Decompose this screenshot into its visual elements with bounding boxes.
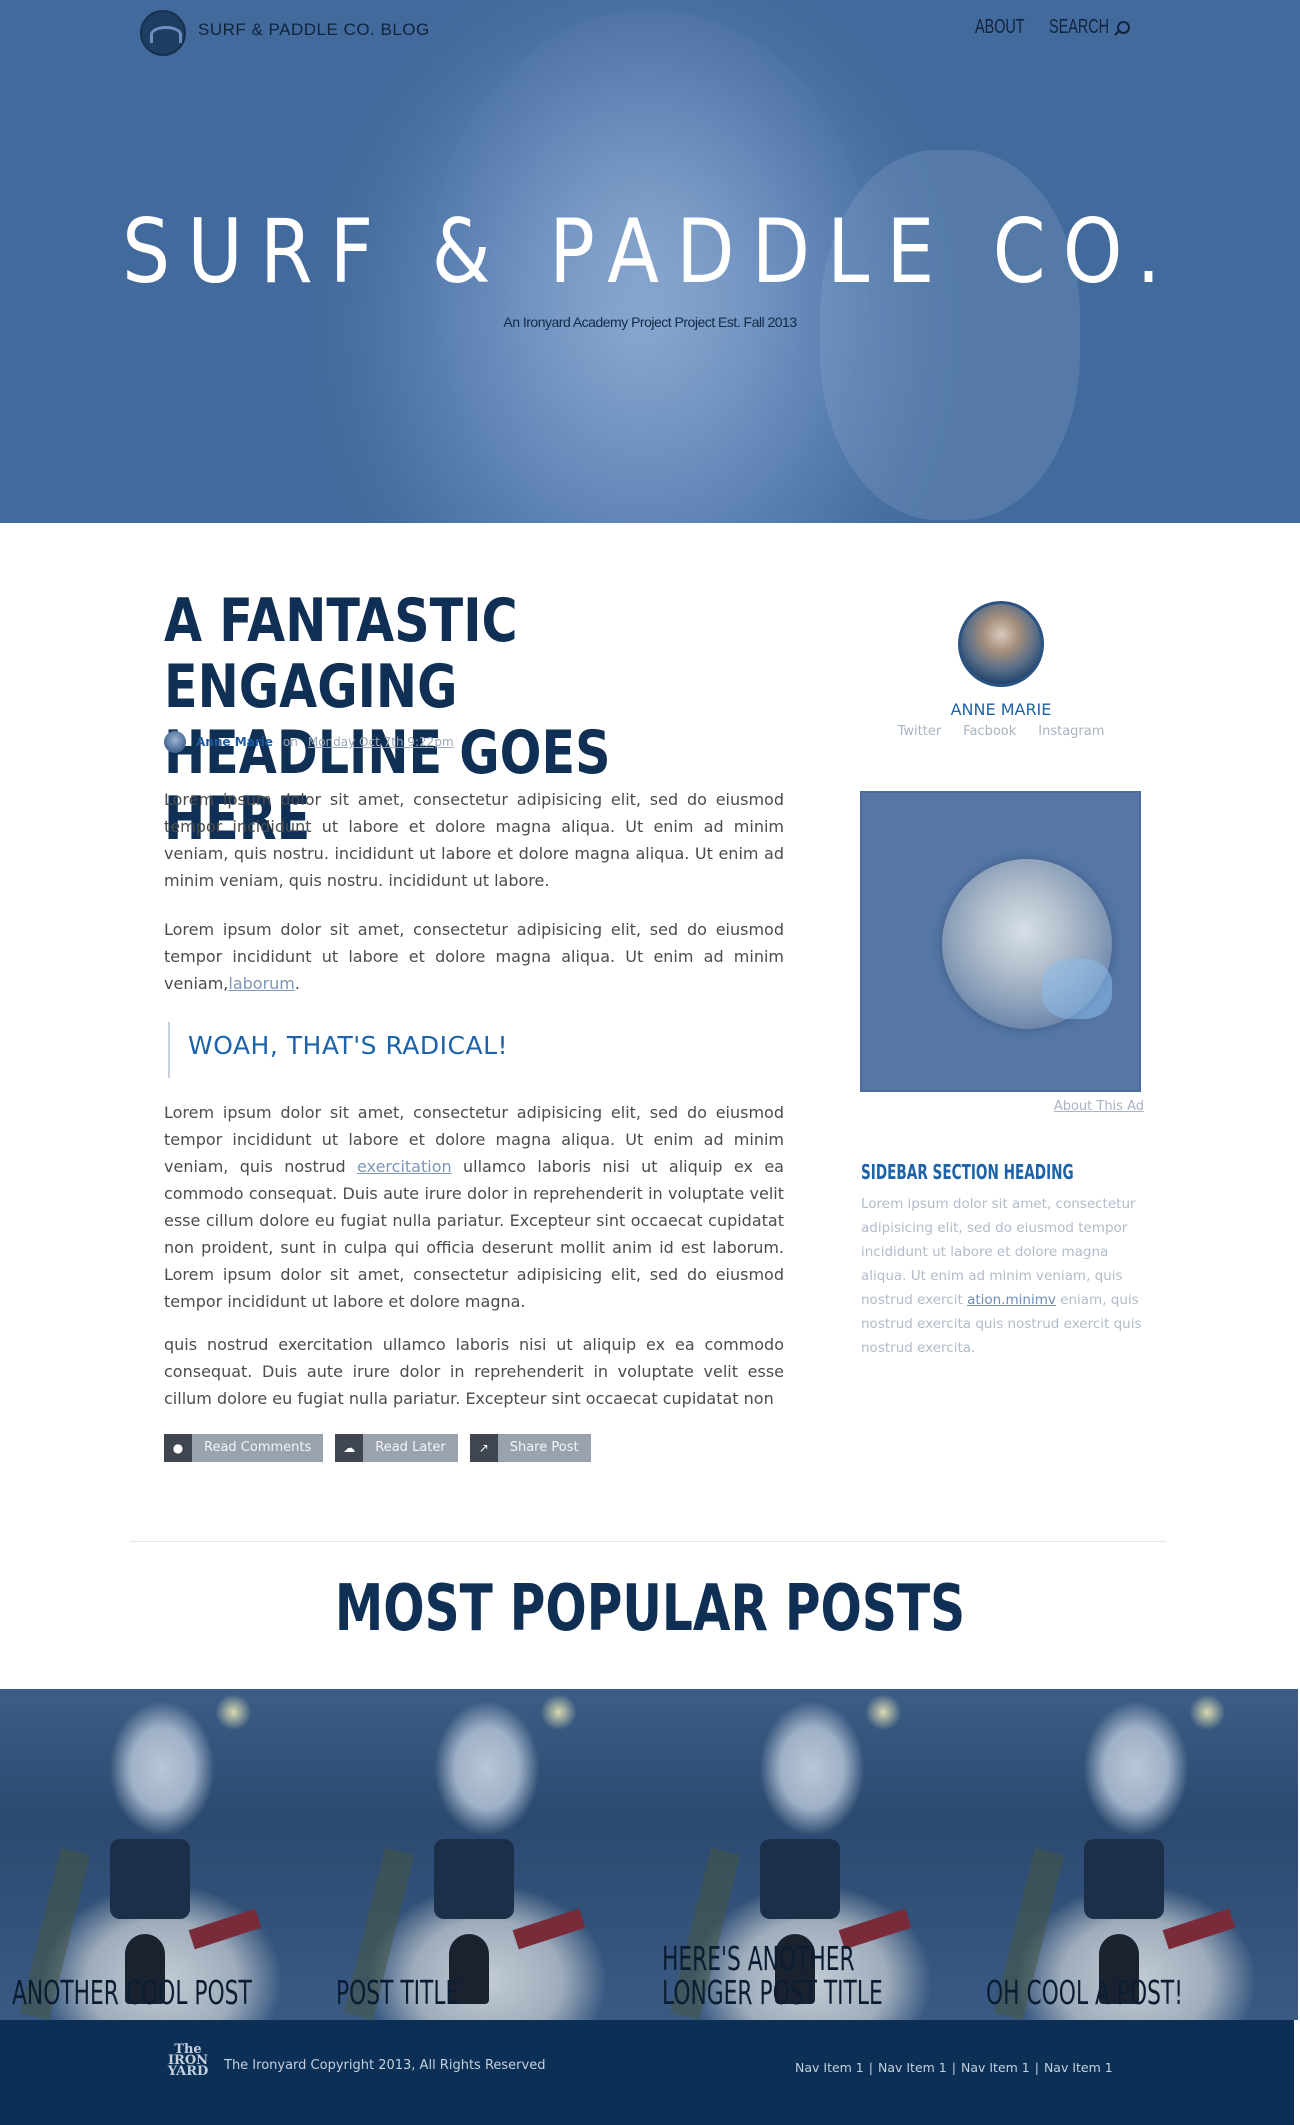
nav-separator: | [1034, 2060, 1039, 2075]
hero-banner: SURF & PADDLE CO. BLOG ABOUT SEARCH SURF… [0, 0, 1300, 523]
exercitation-link[interactable]: exercitation [357, 1157, 452, 1176]
brand-name[interactable]: SURF & PADDLE CO. BLOG [198, 20, 430, 40]
sidebar-section-heading: SIDEBAR SECTION HEADING [861, 1160, 1074, 1184]
card-photo-detail [434, 1839, 515, 1919]
nav-search[interactable]: SEARCH [1049, 16, 1109, 39]
about-this-ad-link[interactable]: About This Ad [1002, 1099, 1144, 1114]
card-photo-detail [1162, 1908, 1236, 1950]
paragraph-3-end: ullamco laboris nisi ut aliquip ex ea co… [164, 1157, 784, 1311]
hero-subtitle: An Ironyard Academy Project Project Est.… [503, 314, 797, 330]
sidebar-text-link[interactable]: ation.minimv [967, 1292, 1056, 1308]
paragraph-4: quis nostrud exercitation ullamco labori… [164, 1335, 784, 1408]
footer-nav-item[interactable]: Nav Item 1 [961, 2060, 1030, 2075]
laborum-link[interactable]: laborum [228, 974, 295, 993]
byline-on: on [282, 735, 298, 749]
popular-post-title[interactable]: ANOTHER COOL POST [12, 1976, 302, 2010]
comment-icon: ● [164, 1434, 192, 1462]
popular-posts-heading: MOST POPULAR POSTS [334, 1572, 966, 1646]
sidebar-section-text: Lorem ipsum dolor sit amet, consectetur … [861, 1192, 1151, 1360]
paragraph-3: Lorem ipsum dolor sit amet, consectetur … [164, 1099, 784, 1315]
ad-image [942, 859, 1112, 1029]
headline-line-1: A FANTASTIC ENGAGING [164, 586, 518, 722]
popular-post-title[interactable]: HERE'S ANOTHER LONGER POST TITLE [662, 1942, 952, 2010]
search-icon[interactable] [1117, 21, 1130, 34]
social-link-twitter[interactable]: Twitter [898, 724, 942, 739]
iron-yard-logo[interactable]: The IRON YARD [164, 2043, 212, 2079]
byline: Anne Marie on Monday Oct 7th 9:22pm [164, 731, 454, 753]
footer-nav-item[interactable]: Nav Item 1 [795, 2060, 864, 2075]
social-link-facebook[interactable]: Facbook [963, 724, 1016, 739]
profile-avatar[interactable] [958, 601, 1044, 687]
paragraph-2-end: . [294, 974, 300, 993]
footer-nav: Nav Item 1 | Nav Item 1 | Nav Item 1 | N… [795, 2060, 1113, 2075]
read-comments-label: Read Comments [204, 1440, 312, 1455]
popular-posts-grid: ANOTHER COOL POST POST TITLE HERE'S ANOT… [0, 1689, 1298, 2020]
paragraph-1: Lorem ipsum dolor sit amet, consectetur … [164, 790, 784, 890]
nav-separator: | [868, 2060, 873, 2075]
footer: The IRON YARD The Ironyard Copyright 201… [0, 2020, 1294, 2125]
nav-about[interactable]: ABOUT [975, 16, 1025, 39]
popular-post-card[interactable]: HERE'S ANOTHER LONGER POST TITLE [649, 1689, 974, 2020]
card-photo-detail [512, 1908, 586, 1950]
share-post-button[interactable]: ↗ Share Post [469, 1434, 591, 1462]
post-date[interactable]: Monday Oct 7th 9:22pm [308, 735, 454, 749]
read-comments-button[interactable]: ● Read Comments [164, 1434, 324, 1462]
read-later-label: Read Later [375, 1440, 446, 1455]
popular-post-title[interactable]: POST TITLE [336, 1976, 626, 2010]
popular-post-card[interactable]: POST TITLE [324, 1689, 650, 2020]
card-photo-detail [759, 1839, 840, 1919]
wave-logo-icon[interactable] [140, 10, 186, 56]
profile-name[interactable]: ANNE MARIE [900, 700, 1102, 719]
author-avatar[interactable] [164, 731, 186, 753]
logo-line: YARD [167, 2064, 209, 2079]
footer-nav-item[interactable]: Nav Item 1 [1044, 2060, 1113, 2075]
social-link-instagram[interactable]: Instagram [1038, 724, 1104, 739]
paragraph-2: Lorem ipsum dolor sit amet, consectetur … [164, 916, 784, 997]
popular-post-card[interactable]: ANOTHER COOL POST [0, 1689, 325, 2020]
hero-title: SURF & PADDLE CO. [122, 200, 1178, 303]
nav-separator: | [951, 2060, 956, 2075]
copyright-text: The Ironyard Copyright 2013, All Rights … [224, 2058, 546, 2073]
popular-post-title[interactable]: OH COOL A POST! [986, 1976, 1276, 2010]
cloud-download-icon: ☁ [335, 1434, 364, 1462]
share-post-label: Share Post [509, 1440, 579, 1455]
sidebar-ad[interactable] [860, 791, 1141, 1092]
popular-post-card[interactable]: OH COOL A POST! [973, 1689, 1298, 2020]
read-later-button[interactable]: ☁ Read Later [335, 1434, 458, 1462]
pullquote-text: WOAH, THAT'S RADICAL! [188, 1031, 509, 1060]
top-nav: ABOUT SEARCH [975, 16, 1130, 39]
footer-nav-item[interactable]: Nav Item 1 [878, 2060, 947, 2075]
post-actions: ● Read Comments ☁ Read Later ↗ Share Pos… [164, 1434, 591, 1462]
ad-image-detail [1042, 959, 1112, 1019]
share-icon: ↗ [469, 1434, 498, 1462]
section-divider [130, 1541, 1166, 1542]
card-photo-detail [1083, 1839, 1164, 1919]
card-photo-detail [188, 1908, 262, 1950]
pullquote: WOAH, THAT'S RADICAL! [168, 1022, 508, 1078]
card-photo-detail [110, 1839, 190, 1919]
author-link[interactable]: Anne Marie [196, 735, 273, 749]
social-links: Twitter Facbook Instagram [898, 724, 1105, 739]
